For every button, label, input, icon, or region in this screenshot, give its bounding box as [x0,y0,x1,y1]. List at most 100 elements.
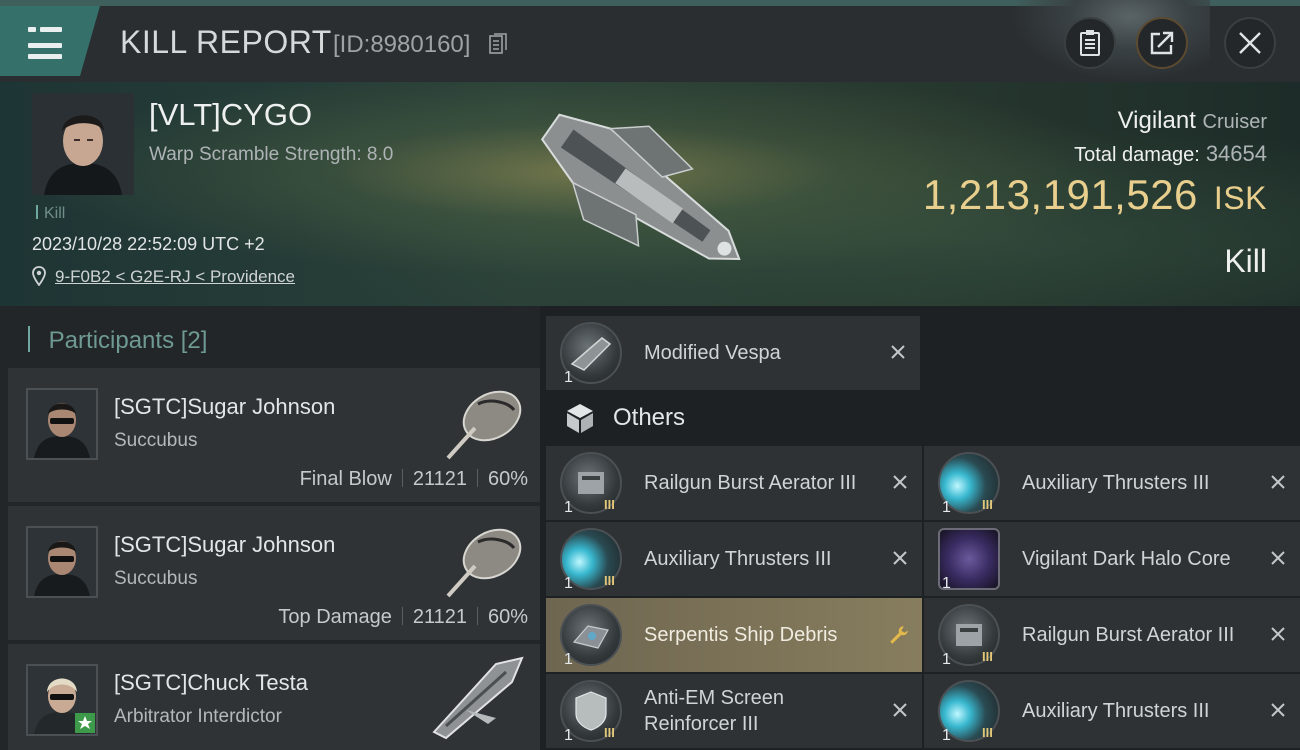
participants-panel: Participants [2] [SGTC]Sugar Johnson Suc… [0,306,540,750]
total-damage: Total damage: 34654 [1074,141,1267,167]
participant-ship-image[interactable] [416,652,536,742]
item-quantity: 1 [564,499,573,516]
remove-icon[interactable] [1268,548,1288,568]
victim-name[interactable]: [VLT]CYGO [149,97,312,133]
participant-stats: Top Damage 21121 60% [278,606,528,629]
participant-avatar[interactable] [26,388,98,460]
participant-row[interactable]: [SGTC]Sugar Johnson Succubus Final Blow 2… [8,368,540,502]
copy-icon[interactable] [489,33,507,55]
participant-avatar[interactable] [26,526,98,598]
item-row[interactable]: 1 Modified Vespa [546,316,920,390]
item-quantity: 1 [942,499,951,516]
menu-icon[interactable] [28,25,62,59]
item-row[interactable]: 1 III Auxiliary Thrusters III [546,522,922,596]
item-quantity: 1 [564,369,573,386]
victim-portrait[interactable] [32,93,134,195]
item-name: Modified Vespa [644,342,781,364]
participants-title: Participants [48,327,175,354]
item-row[interactable]: 1 III Railgun Burst Aerator III [546,446,922,520]
item-meta-level: III [604,725,615,740]
participant-damage: 21121 [412,606,467,628]
item-name: Serpentis Ship Debris [644,624,838,646]
item-quantity: 1 [942,575,951,592]
participant-avatar[interactable] [26,664,98,736]
remove-icon[interactable] [1268,472,1288,492]
clipboard-icon [1080,30,1100,56]
item-meta-level: III [604,497,615,512]
report-id: [ID:8980160] [333,31,471,58]
ship-name[interactable]: Vigilant [1118,107,1196,134]
item-row-highlighted[interactable]: 1 Serpentis Ship Debris [546,598,922,672]
participant-role: Final Blow [299,468,392,490]
cube-icon [567,404,593,433]
remove-icon[interactable] [890,472,910,492]
item-name: Railgun Burst Aerator III [1022,624,1235,646]
participant-ship: Succubus [114,568,198,589]
item-meta-level: III [982,725,993,740]
warp-scramble-strength: Warp Scramble Strength: 8.0 [149,144,394,165]
participants-header: Participants [2] [28,326,208,355]
total-damage-label: Total damage: [1074,144,1200,166]
clipboard-button[interactable] [1064,17,1116,69]
pilot-portrait-image [32,93,134,195]
result-label: Kill [1224,243,1267,279]
item-row[interactable]: 1 III Anti-EM Screen Reinforcer III [546,674,922,748]
isk-value: 1,213,191,526 ISK [923,171,1267,219]
close-button[interactable] [1224,17,1276,69]
top-bar: KILL REPORT [ID:8980160] [0,0,1300,82]
item-meta-level: III [982,497,993,512]
participant-ship: Succubus [114,430,198,451]
item-row[interactable]: 1 III Auxiliary Thrusters III [924,446,1300,520]
participant-name[interactable]: [SGTC]Chuck Testa [114,670,308,696]
participant-row[interactable]: [SGTC]Sugar Johnson Succubus Top Damage 2… [8,506,540,640]
item-row[interactable]: 1 III Auxiliary Thrusters III [924,674,1300,748]
share-icon [1150,31,1174,55]
participant-percent: 60% [487,606,528,628]
close-icon [1239,32,1261,54]
wrench-icon[interactable] [888,624,910,646]
item-quantity: 1 [564,575,573,592]
items-panel: 1 Modified Vespa Others 1 III Railgun Bu… [540,306,1300,750]
participant-name[interactable]: [SGTC]Sugar Johnson [114,394,335,420]
item-name: Auxiliary Thrusters III [1022,472,1210,494]
kill-tag: Kill [36,205,65,223]
remove-icon[interactable] [888,342,908,362]
participant-name[interactable]: [SGTC]Sugar Johnson [114,532,335,558]
participant-stats: Final Blow 21121 60% [300,468,528,491]
remove-icon[interactable] [890,548,910,568]
participant-row[interactable]: [SGTC]Chuck Testa Arbitrator Interdictor [8,644,540,750]
item-quantity: 1 [942,651,951,668]
share-button[interactable] [1136,17,1188,69]
participant-ship-image[interactable] [430,514,530,604]
item-name: Auxiliary Thrusters III [644,548,832,570]
item-row[interactable]: 1 III Railgun Burst Aerator III [924,598,1300,672]
participants-count: [2] [180,327,208,354]
victim-ship-type: Vigilant Cruiser [1118,107,1267,135]
remove-icon[interactable] [1268,700,1288,720]
item-name: Vigilant Dark Halo Core [1022,548,1231,570]
item-name: Anti-EM Screen Reinforcer III [644,687,785,735]
location-link[interactable]: 9-F0B2 < G2E-RJ < Providence [55,267,295,287]
page-title: KILL REPORT [120,24,332,60]
star-badge-icon [75,713,95,733]
item-name: Railgun Burst Aerator III [644,472,857,494]
ship-class: Cruiser [1202,111,1267,133]
item-quantity: 1 [942,727,951,744]
participant-role: Top Damage [278,606,392,628]
total-damage-value: 34654 [1205,141,1267,166]
item-meta-level: III [982,649,993,664]
participant-percent: 60% [487,468,528,490]
others-section-title: Others [613,404,686,431]
item-quantity: 1 [564,651,573,668]
remove-icon[interactable] [1268,624,1288,644]
participant-ship-image[interactable] [430,376,530,466]
isk-amount: 1,213,191,526 [922,171,1198,218]
isk-unit: ISK [1213,180,1267,216]
remove-icon[interactable] [890,700,910,720]
item-name: Auxiliary Thrusters III [1022,700,1210,722]
item-meta-level: III [604,573,615,588]
participant-damage: 21121 [412,468,467,490]
item-row[interactable]: 1 Vigilant Dark Halo Core [924,522,1300,596]
victim-ship-image[interactable] [520,98,770,288]
kill-datetime: 2023/10/28 22:52:09 UTC +2 [32,234,265,254]
